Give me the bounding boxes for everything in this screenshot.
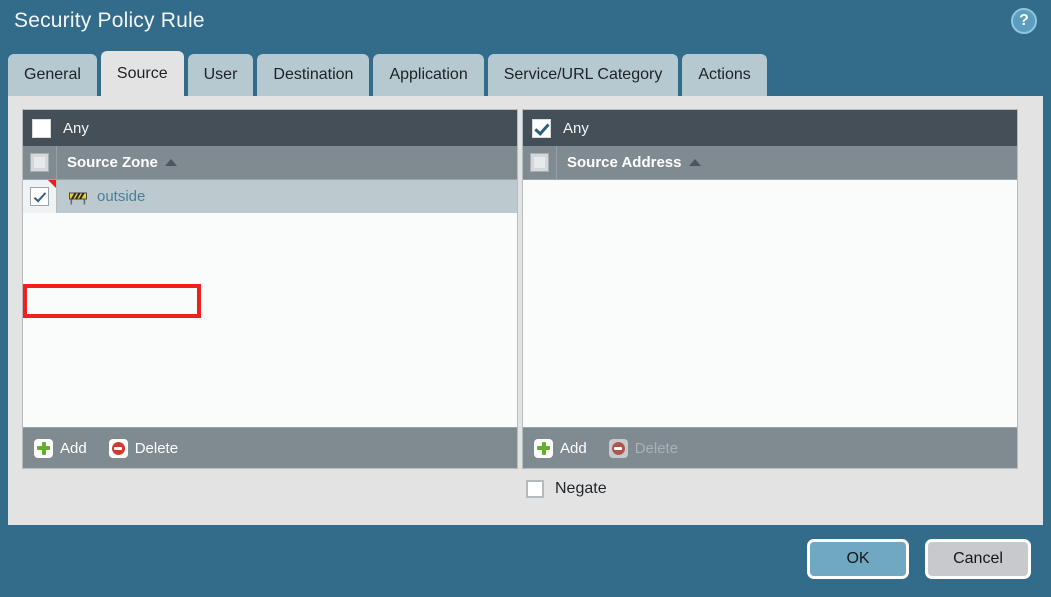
source-address-any-row[interactable]: Any [523,110,1017,146]
source-zone-row-label[interactable]: outside [97,188,145,205]
source-zone-column-header: Source Zone [23,146,517,180]
source-zone-any-row[interactable]: Any [23,110,517,146]
row-modified-flag-icon [48,180,56,188]
source-zone-any-label: Any [63,119,89,137]
help-circle-icon[interactable]: ? [1011,8,1037,34]
negate-label: Negate [555,480,607,497]
security-policy-rule-dialog: Security Policy Rule ? General Source Us… [0,0,1051,597]
tab-source[interactable]: Source [100,51,184,96]
source-zone-column-label: Source Zone [67,154,158,171]
source-zone-row-checkbox-cell[interactable] [23,180,57,213]
source-zone-any-checkbox[interactable] [32,118,51,138]
source-address-delete-button: Delete [608,438,679,458]
source-address-toolbar: Add Delete [523,427,1017,468]
source-zone-toolbar: Add Delete [23,427,517,468]
minus-icon [108,438,128,458]
tab-user[interactable]: User [187,54,254,96]
tab-actions[interactable]: Actions [682,54,767,96]
tab-service-url-category[interactable]: Service/URL Category [487,54,679,96]
source-address-add-button[interactable]: Add [534,438,587,458]
source-zone-selectall-cell[interactable] [23,146,57,179]
source-zone-selectall-checkbox[interactable] [30,153,49,172]
dialog-titlebar: Security Policy Rule ? [0,0,1051,48]
tab-application[interactable]: Application [373,54,484,96]
source-zone-add-label: Add [60,439,87,457]
source-address-column-header: Source Address [523,146,1017,180]
source-zone-delete-button[interactable]: Delete [108,438,179,458]
source-zone-delete-label: Delete [134,439,179,457]
source-address-add-label: Add [560,439,587,457]
source-zone-add-button[interactable]: Add [34,438,87,458]
plus-icon [534,438,553,458]
source-address-column-label: Source Address [567,154,682,171]
tab-general[interactable]: General [8,54,97,96]
cancel-button[interactable]: Cancel [925,539,1031,579]
source-zone-row-checkbox[interactable] [30,187,49,206]
tab-content-source: Any Source Zone outside Add Delete Any S… [8,96,1043,525]
tab-destination[interactable]: Destination [257,54,370,96]
page-title: Security Policy Rule [14,9,205,32]
source-zone-column-title[interactable]: Source Zone [67,154,177,171]
source-address-list[interactable] [523,180,1017,427]
source-address-panel: Any Source Address Add Delete [522,109,1018,469]
sort-ascending-icon[interactable] [688,159,701,166]
source-zone-panel: Any Source Zone outside Add Delete [22,109,518,469]
tab-bar: General Source User Destination Applicat… [8,51,767,96]
source-address-delete-label: Delete [634,439,679,457]
sort-ascending-icon[interactable] [164,159,177,166]
source-address-column-title[interactable]: Source Address [567,154,701,171]
plus-icon [34,438,53,458]
ok-button[interactable]: OK [807,539,909,579]
minus-icon [608,438,628,458]
source-zone-list[interactable]: outside [23,180,517,427]
table-row[interactable]: outside [23,180,517,213]
source-address-selectall-cell[interactable] [523,146,557,179]
source-panels: Any Source Zone outside Add Delete Any S… [22,109,1018,469]
source-address-any-checkbox[interactable] [532,118,551,138]
zone-barrier-icon [68,189,88,205]
source-address-any-label: Any [563,119,589,137]
source-address-selectall-checkbox[interactable] [530,153,549,172]
negate-checkbox[interactable] [526,480,544,498]
dialog-footer: OK Cancel [0,525,1051,597]
source-zone-row-content[interactable]: outside [57,188,145,205]
negate-row[interactable]: Negate [526,480,607,498]
